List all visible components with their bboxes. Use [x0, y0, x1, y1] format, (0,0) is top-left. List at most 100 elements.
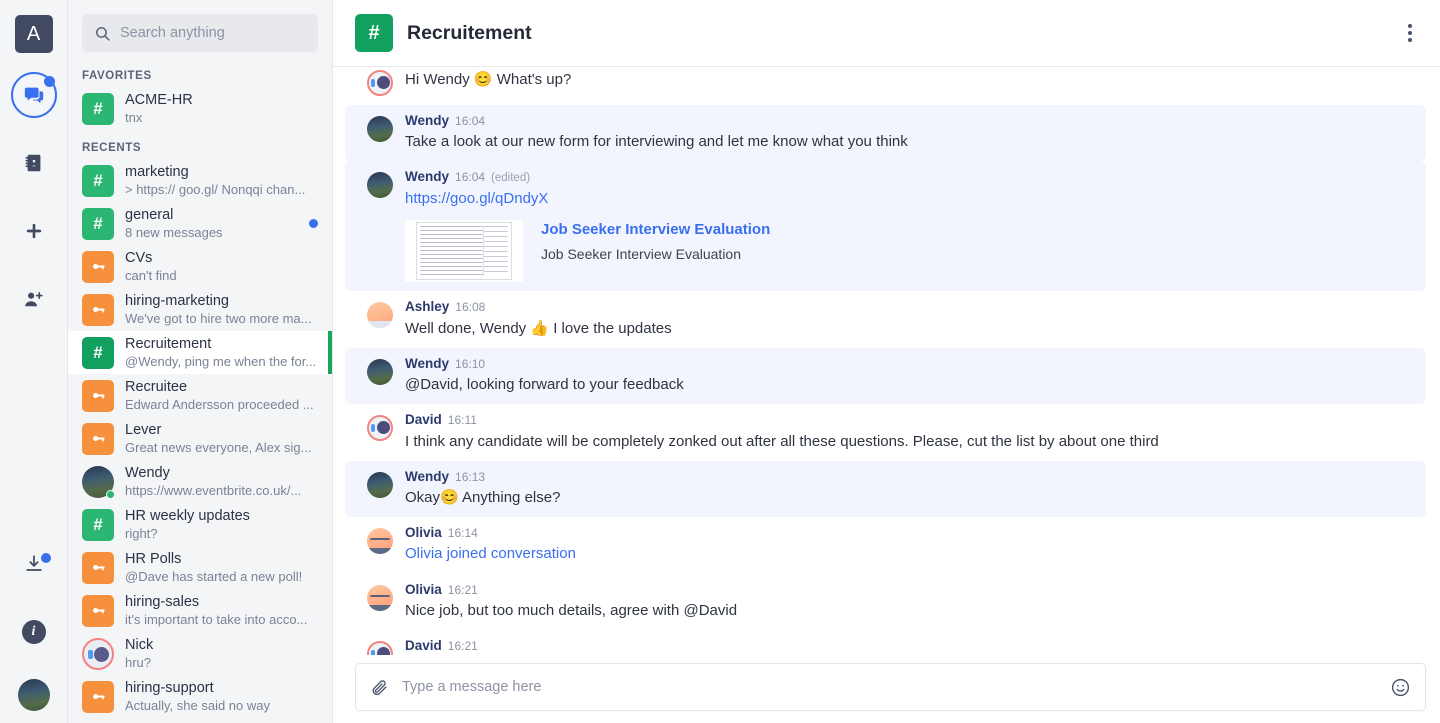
- sidebar-item-marketing[interactable]: #marketing> https:// goo.gl/ Nonqqi chan…: [68, 159, 332, 202]
- page-title: Recruitement: [407, 22, 1386, 45]
- sidebar-item-label: ACME-HR: [125, 91, 318, 109]
- avatar[interactable]: [367, 528, 393, 554]
- message-body: Ashley16:08Well done, Wendy 👍 I love the…: [405, 299, 1412, 338]
- composer-container: [333, 655, 1440, 723]
- message-text: @David, looking forward to your feedback: [405, 375, 1412, 395]
- message-text[interactable]: https://goo.gl/qDndyX: [405, 189, 1412, 209]
- sidebar-item-hiring-marketing[interactable]: hiring-marketingWe've got to hire two mo…: [68, 288, 332, 331]
- rail-item-contacts[interactable]: [11, 140, 57, 186]
- paperclip-icon[interactable]: [370, 678, 389, 697]
- recents-list: #marketing> https:// goo.gl/ Nonqqi chan…: [68, 159, 332, 718]
- message-composer[interactable]: [355, 663, 1426, 711]
- message-meta: Wendy16:13: [405, 469, 1412, 485]
- sidebar-item-recruitee[interactable]: RecruiteeEdward Andersson proceeded ...: [68, 374, 332, 417]
- avatar[interactable]: [367, 116, 393, 142]
- channel-hash-icon: #: [82, 337, 114, 369]
- avatar[interactable]: [367, 585, 393, 611]
- sidebar-item-label: hiring-marketing: [125, 292, 318, 310]
- message-row: David16:11 I think any candidate will be …: [345, 404, 1426, 460]
- unread-badge: [309, 219, 318, 228]
- sidebar-item-label: general: [125, 206, 298, 224]
- link-preview-card[interactable]: Job Seeker Interview Evaluation Job Seeke…: [405, 220, 1412, 282]
- document-thumbnail[interactable]: [405, 220, 523, 282]
- sidebar-item-hr-polls[interactable]: HR Polls@Dave has started a new poll!: [68, 546, 332, 589]
- search-input[interactable]: [120, 25, 306, 41]
- message-row: Olivia16:14Olivia joined conversation: [345, 517, 1426, 573]
- user-avatar[interactable]: [18, 679, 50, 711]
- avatar[interactable]: [367, 70, 393, 96]
- sidebar-item-general[interactable]: #general8 new messages: [68, 202, 332, 245]
- sidebar-item-preview: 8 new messages: [125, 225, 298, 242]
- downloads-badge: [41, 553, 51, 563]
- avatar[interactable]: [367, 172, 393, 198]
- info-icon: i: [22, 620, 46, 644]
- message-time: 16:21: [448, 639, 478, 653]
- online-status-dot: [106, 490, 115, 499]
- sidebar-item-label: HR weekly updates: [125, 507, 318, 525]
- smiley-icon[interactable]: [1390, 677, 1411, 698]
- message-meta: David16:11: [405, 412, 1412, 428]
- sidebar-item-nick[interactable]: Nickhru?: [68, 632, 332, 675]
- link-preview-description: Job Seeker Interview Evaluation: [541, 246, 770, 262]
- message-row: Wendy16:04(edited) https://goo.gl/qDndyX J…: [345, 161, 1426, 291]
- sidebar-item-preview: tnx: [125, 110, 318, 127]
- message-row: Hi Wendy 😊 What's up?: [345, 67, 1426, 105]
- add-user-icon: [22, 288, 45, 311]
- message-meta: Olivia16:14: [405, 525, 1412, 541]
- sidebar-item-hiring-sales[interactable]: hiring-salesit's important to take into …: [68, 589, 332, 632]
- avatar[interactable]: [367, 302, 393, 328]
- message-input[interactable]: [402, 679, 1377, 695]
- sidebar-item-preview: https://www.eventbrite.co.uk/...: [125, 483, 318, 500]
- private-key-icon: [82, 294, 114, 326]
- chat-unread-badge: [44, 76, 55, 87]
- search-box[interactable]: [82, 14, 318, 52]
- link-preview-title[interactable]: Job Seeker Interview Evaluation: [541, 220, 770, 240]
- chat-icon: [23, 84, 45, 106]
- rail-item-invite-users[interactable]: [11, 276, 57, 322]
- sidebar-item-hiring-support[interactable]: hiring-supportActually, she said no way: [68, 675, 332, 718]
- sidebar-item-text: Recruitement@Wendy, ping me when the for…: [125, 335, 318, 371]
- sidebar-item-text: ACME-HRtnx: [125, 91, 318, 127]
- sidebar-item-text: CVscan't find: [125, 249, 318, 285]
- sidebar-item-label: Nick: [125, 636, 318, 654]
- sidebar-item-hr-weekly-updates[interactable]: # HR weekly updatesright?: [68, 503, 332, 546]
- sidebar-item-text: hiring-marketingWe've got to hire two mo…: [125, 292, 318, 328]
- avatar[interactable]: [367, 415, 393, 441]
- rail-item-info[interactable]: i: [11, 609, 57, 655]
- rail-item-chats[interactable]: [11, 72, 57, 118]
- message-time: 16:14: [448, 526, 478, 540]
- message-author: David: [405, 412, 442, 428]
- kebab-menu-icon[interactable]: [1400, 16, 1420, 50]
- sidebar-item-lever[interactable]: LeverGreat news everyone, Alex sig...: [68, 417, 332, 460]
- message-author: Wendy: [405, 469, 449, 485]
- chat-header: # Recruitement: [333, 0, 1440, 67]
- avatar[interactable]: [367, 641, 393, 655]
- sidebar-item-wendy[interactable]: Wendyhttps://www.eventbrite.co.uk/...: [68, 460, 332, 503]
- message-time: 16:08: [455, 300, 485, 314]
- sidebar-item-cvs[interactable]: CVscan't find: [68, 245, 332, 288]
- message-text: I think any candidate will be completely…: [405, 432, 1412, 452]
- app-logo[interactable]: A: [15, 15, 53, 53]
- channel-hash-icon: #: [355, 14, 393, 52]
- sidebar-item-preview: can't find: [125, 268, 318, 285]
- favorites-section-label: FAVORITES: [68, 58, 332, 87]
- sidebar-item-preview: > https:// goo.gl/ Nonqqi chan...: [125, 182, 318, 199]
- sidebar-item-preview: @Dave has started a new poll!: [125, 569, 318, 586]
- search-container: [68, 0, 332, 58]
- message-meta: Wendy16:04(edited): [405, 169, 1412, 186]
- avatar[interactable]: [367, 472, 393, 498]
- sidebar-item-text: HR weekly updatesright?: [125, 507, 318, 543]
- channel-hash-icon: #: [82, 509, 114, 541]
- channel-hash-icon: #: [82, 165, 114, 197]
- recents-section-label: RECENTS: [68, 130, 332, 159]
- message-time: 16:04: [455, 114, 485, 128]
- rail-item-create[interactable]: [11, 208, 57, 254]
- avatar[interactable]: [367, 359, 393, 385]
- message-row: Wendy16:10@David, looking forward to you…: [345, 348, 1426, 404]
- favorites-list: #ACME-HRtnx: [68, 87, 332, 130]
- sidebar-item-label: Recruitement: [125, 335, 318, 353]
- rail-item-downloads[interactable]: [11, 541, 57, 587]
- sidebar-item-recruitement[interactable]: # Recruitement@Wendy, ping me when the fo…: [68, 331, 332, 374]
- sidebar-item-label: HR Polls: [125, 550, 318, 568]
- sidebar-item-acme-hr[interactable]: #ACME-HRtnx: [68, 87, 332, 130]
